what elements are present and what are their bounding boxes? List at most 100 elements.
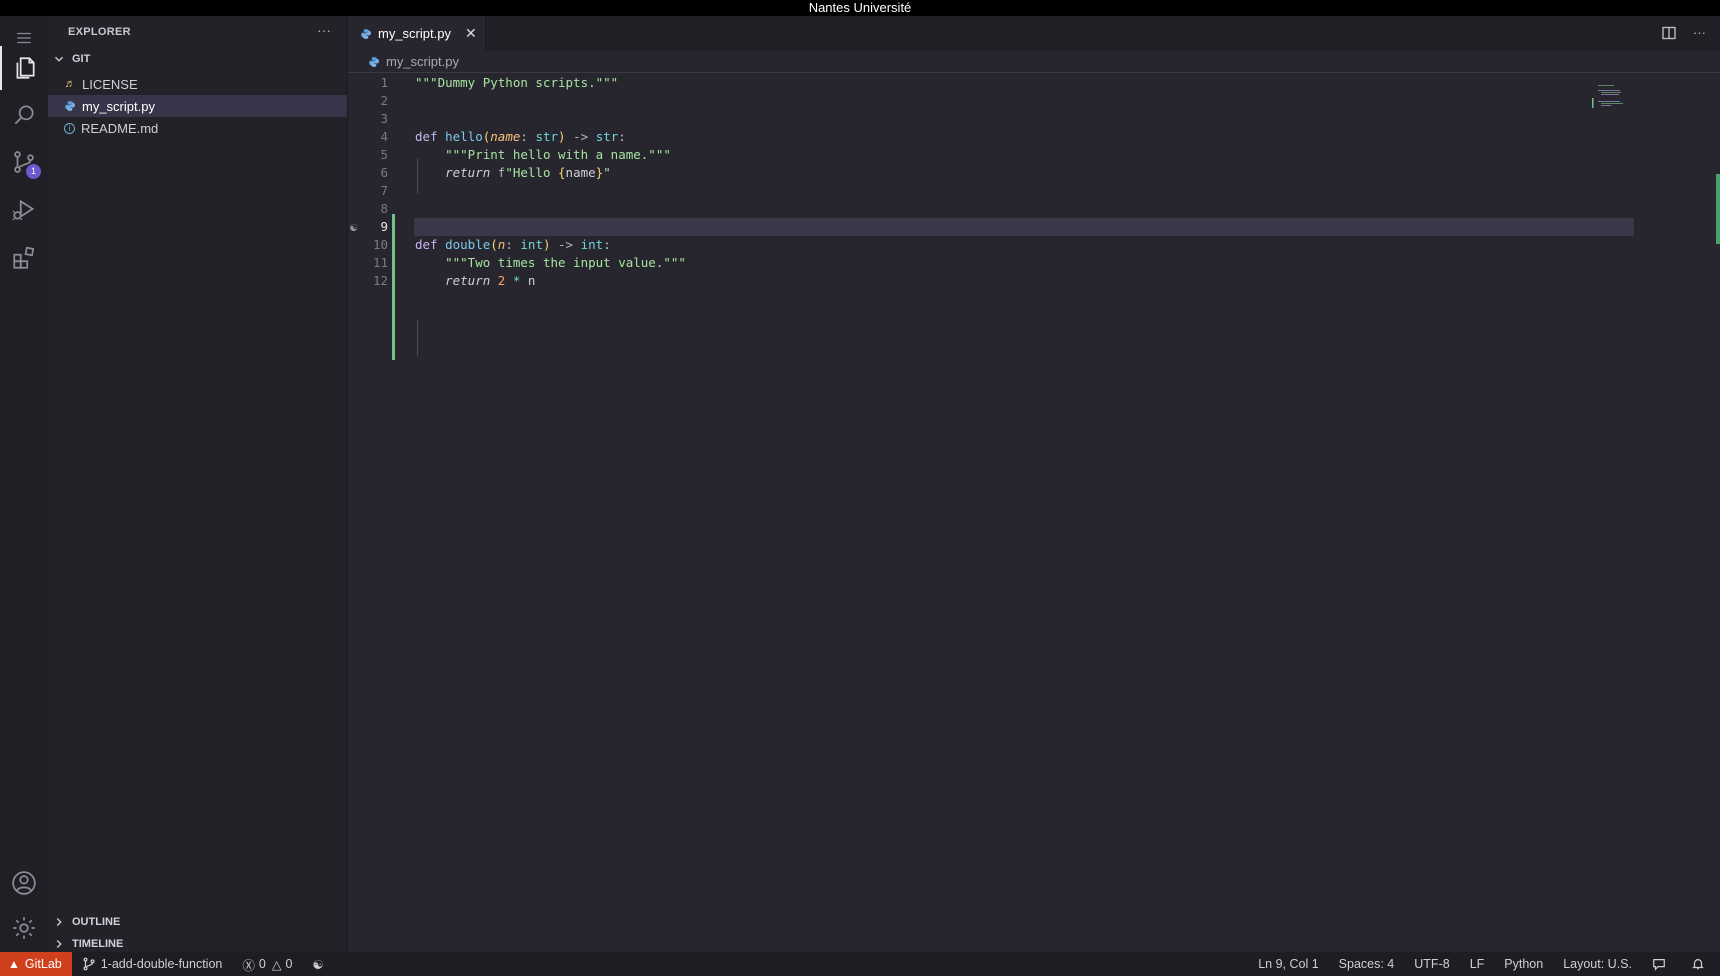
file-label: README.md	[81, 120, 159, 136]
line-number: 7	[380, 183, 388, 198]
line-text: """Two times the input value."""	[445, 255, 686, 270]
code-line: 6 return f"Hello {name}"	[348, 164, 1720, 182]
line-number: 3	[380, 111, 388, 126]
manage-button[interactable]	[0, 906, 48, 950]
indentation[interactable]: Spaces: 4	[1329, 952, 1405, 976]
hamburger-menu-icon	[17, 32, 31, 44]
line-text: def hello(name: str) -> str:	[415, 129, 626, 144]
accounts-button[interactable]	[0, 861, 48, 905]
chevron-right-icon	[56, 918, 62, 926]
activity-run-debug[interactable]	[0, 188, 48, 232]
feedback-button[interactable]	[1642, 952, 1681, 976]
line-text: return 2 * n	[445, 273, 536, 288]
line-number: 10	[372, 237, 388, 252]
license-icon: ♬	[64, 78, 76, 90]
git-branch-icon	[83, 957, 95, 971]
more-actions-icon[interactable]: ···	[1693, 25, 1706, 41]
code-line: 2	[348, 92, 1720, 110]
line-text: """Print hello with a name."""	[445, 147, 671, 162]
gear-icon	[13, 917, 35, 939]
gitlab-icon: ▲	[8, 957, 20, 971]
problems-indicator[interactable]: Ⓧ 0 △ 0	[232, 952, 302, 976]
code-line: 11 """Two times the input value."""	[348, 254, 1720, 272]
files-icon	[16, 57, 35, 79]
end-of-line[interactable]: LF	[1460, 952, 1495, 976]
folder-header[interactable]: GIT	[52, 52, 90, 66]
activity-explorer[interactable]	[0, 46, 48, 90]
chevron-right-icon	[56, 940, 62, 948]
timeline-label: TIMELINE	[72, 938, 124, 950]
activity-search[interactable]	[0, 93, 48, 137]
line-text: """Dummy Python scripts."""	[415, 75, 619, 90]
tab-my-script[interactable]: my_script.py ✕	[348, 16, 486, 51]
timeline-section[interactable]: TIMELINE	[52, 937, 123, 951]
language-mode[interactable]: Python	[1494, 952, 1553, 976]
minimap[interactable]	[1592, 84, 1632, 114]
search-icon	[14, 105, 34, 125]
breadcrumb-file: my_script.py	[386, 54, 459, 69]
notifications-button[interactable]	[1681, 952, 1720, 976]
chevron-down-icon	[55, 56, 63, 62]
remote-indicator[interactable]: ▲ GitLab	[0, 952, 72, 976]
copilot-indicator[interactable]: ☯	[302, 952, 333, 976]
code-line: 1 """Dummy Python scripts."""	[348, 74, 1720, 92]
info-icon: i	[64, 122, 75, 134]
code-line-current: ☯ 9	[348, 218, 1720, 236]
line-number: 8	[380, 201, 388, 216]
encoding[interactable]: UTF-8	[1404, 952, 1459, 976]
line-text: return f"Hello {name}"	[445, 165, 611, 180]
code-line: 5 """Print hello with a name."""	[348, 146, 1720, 164]
activity-extensions[interactable]	[0, 236, 48, 280]
line-number: 6	[380, 165, 388, 180]
line-number: 9	[380, 219, 388, 234]
editor-actions: ···	[1661, 25, 1706, 41]
branch-label: 1-add-double-function	[100, 957, 223, 971]
window-title: Nantes Université	[0, 0, 1720, 16]
activity-source-control[interactable]: 1	[0, 140, 48, 184]
file-item-my-script[interactable]: my_script.py	[48, 95, 347, 117]
python-icon	[369, 56, 379, 67]
line-number: 4	[380, 129, 388, 144]
code-line: 8	[348, 200, 1720, 218]
editor-area: my_script.py ✕ ··· my_script.py 1 """Dum…	[348, 16, 1720, 952]
code-line: 12 return 2 * n	[348, 272, 1720, 290]
activity-bar: 1	[0, 16, 48, 952]
source-control-badge: 1	[26, 164, 41, 179]
error-count: 0	[258, 957, 266, 971]
file-item-readme[interactable]: i README.md	[48, 117, 347, 139]
code-line: 3	[348, 110, 1720, 128]
divider	[348, 72, 1720, 73]
account-icon	[12, 871, 36, 895]
branch-indicator[interactable]: 1-add-double-function	[72, 952, 233, 976]
explorer-sidebar: EXPLORER ··· GIT ♬ LICENSE my_script.py …	[48, 16, 348, 952]
warning-count: 0	[285, 957, 293, 971]
copilot-icon: ☯	[312, 957, 324, 972]
line-number: 5	[380, 147, 388, 162]
overview-ruler[interactable]	[1716, 174, 1720, 244]
folder-label: GIT	[72, 53, 91, 65]
code-line: 4 def hello(name: str) -> str:	[348, 128, 1720, 146]
feedback-icon	[1653, 959, 1665, 971]
tab-bar: my_script.py ✕ ···	[348, 16, 1720, 51]
line-number: 12	[372, 273, 388, 288]
keyboard-layout[interactable]: Layout: U.S.	[1553, 952, 1642, 976]
current-line-highlight	[414, 218, 1634, 236]
split-editor-icon[interactable]	[1661, 25, 1677, 41]
breadcrumb[interactable]: my_script.py	[368, 54, 459, 69]
line-number: 11	[372, 255, 388, 270]
file-item-license[interactable]: ♬ LICENSE	[48, 73, 347, 95]
sidebar-title: EXPLORER	[68, 26, 131, 38]
line-number: 1	[380, 75, 388, 90]
close-icon[interactable]: ✕	[465, 25, 477, 42]
outline-section[interactable]: OUTLINE	[52, 915, 120, 929]
cursor-position[interactable]: Ln 9, Col 1	[1248, 952, 1328, 976]
line-number: 2	[380, 93, 388, 108]
file-label: LICENSE	[82, 76, 138, 92]
python-icon	[65, 101, 75, 111]
tab-label: my_script.py	[378, 26, 451, 41]
code-line: 10 def double(n: int) -> int:	[348, 236, 1720, 254]
status-right: Ln 9, Col 1 Spaces: 4 UTF-8 LF Python La…	[1248, 952, 1720, 976]
extensions-icon	[13, 246, 35, 269]
more-actions-icon[interactable]: ···	[317, 22, 331, 38]
indent-guide	[417, 320, 418, 356]
